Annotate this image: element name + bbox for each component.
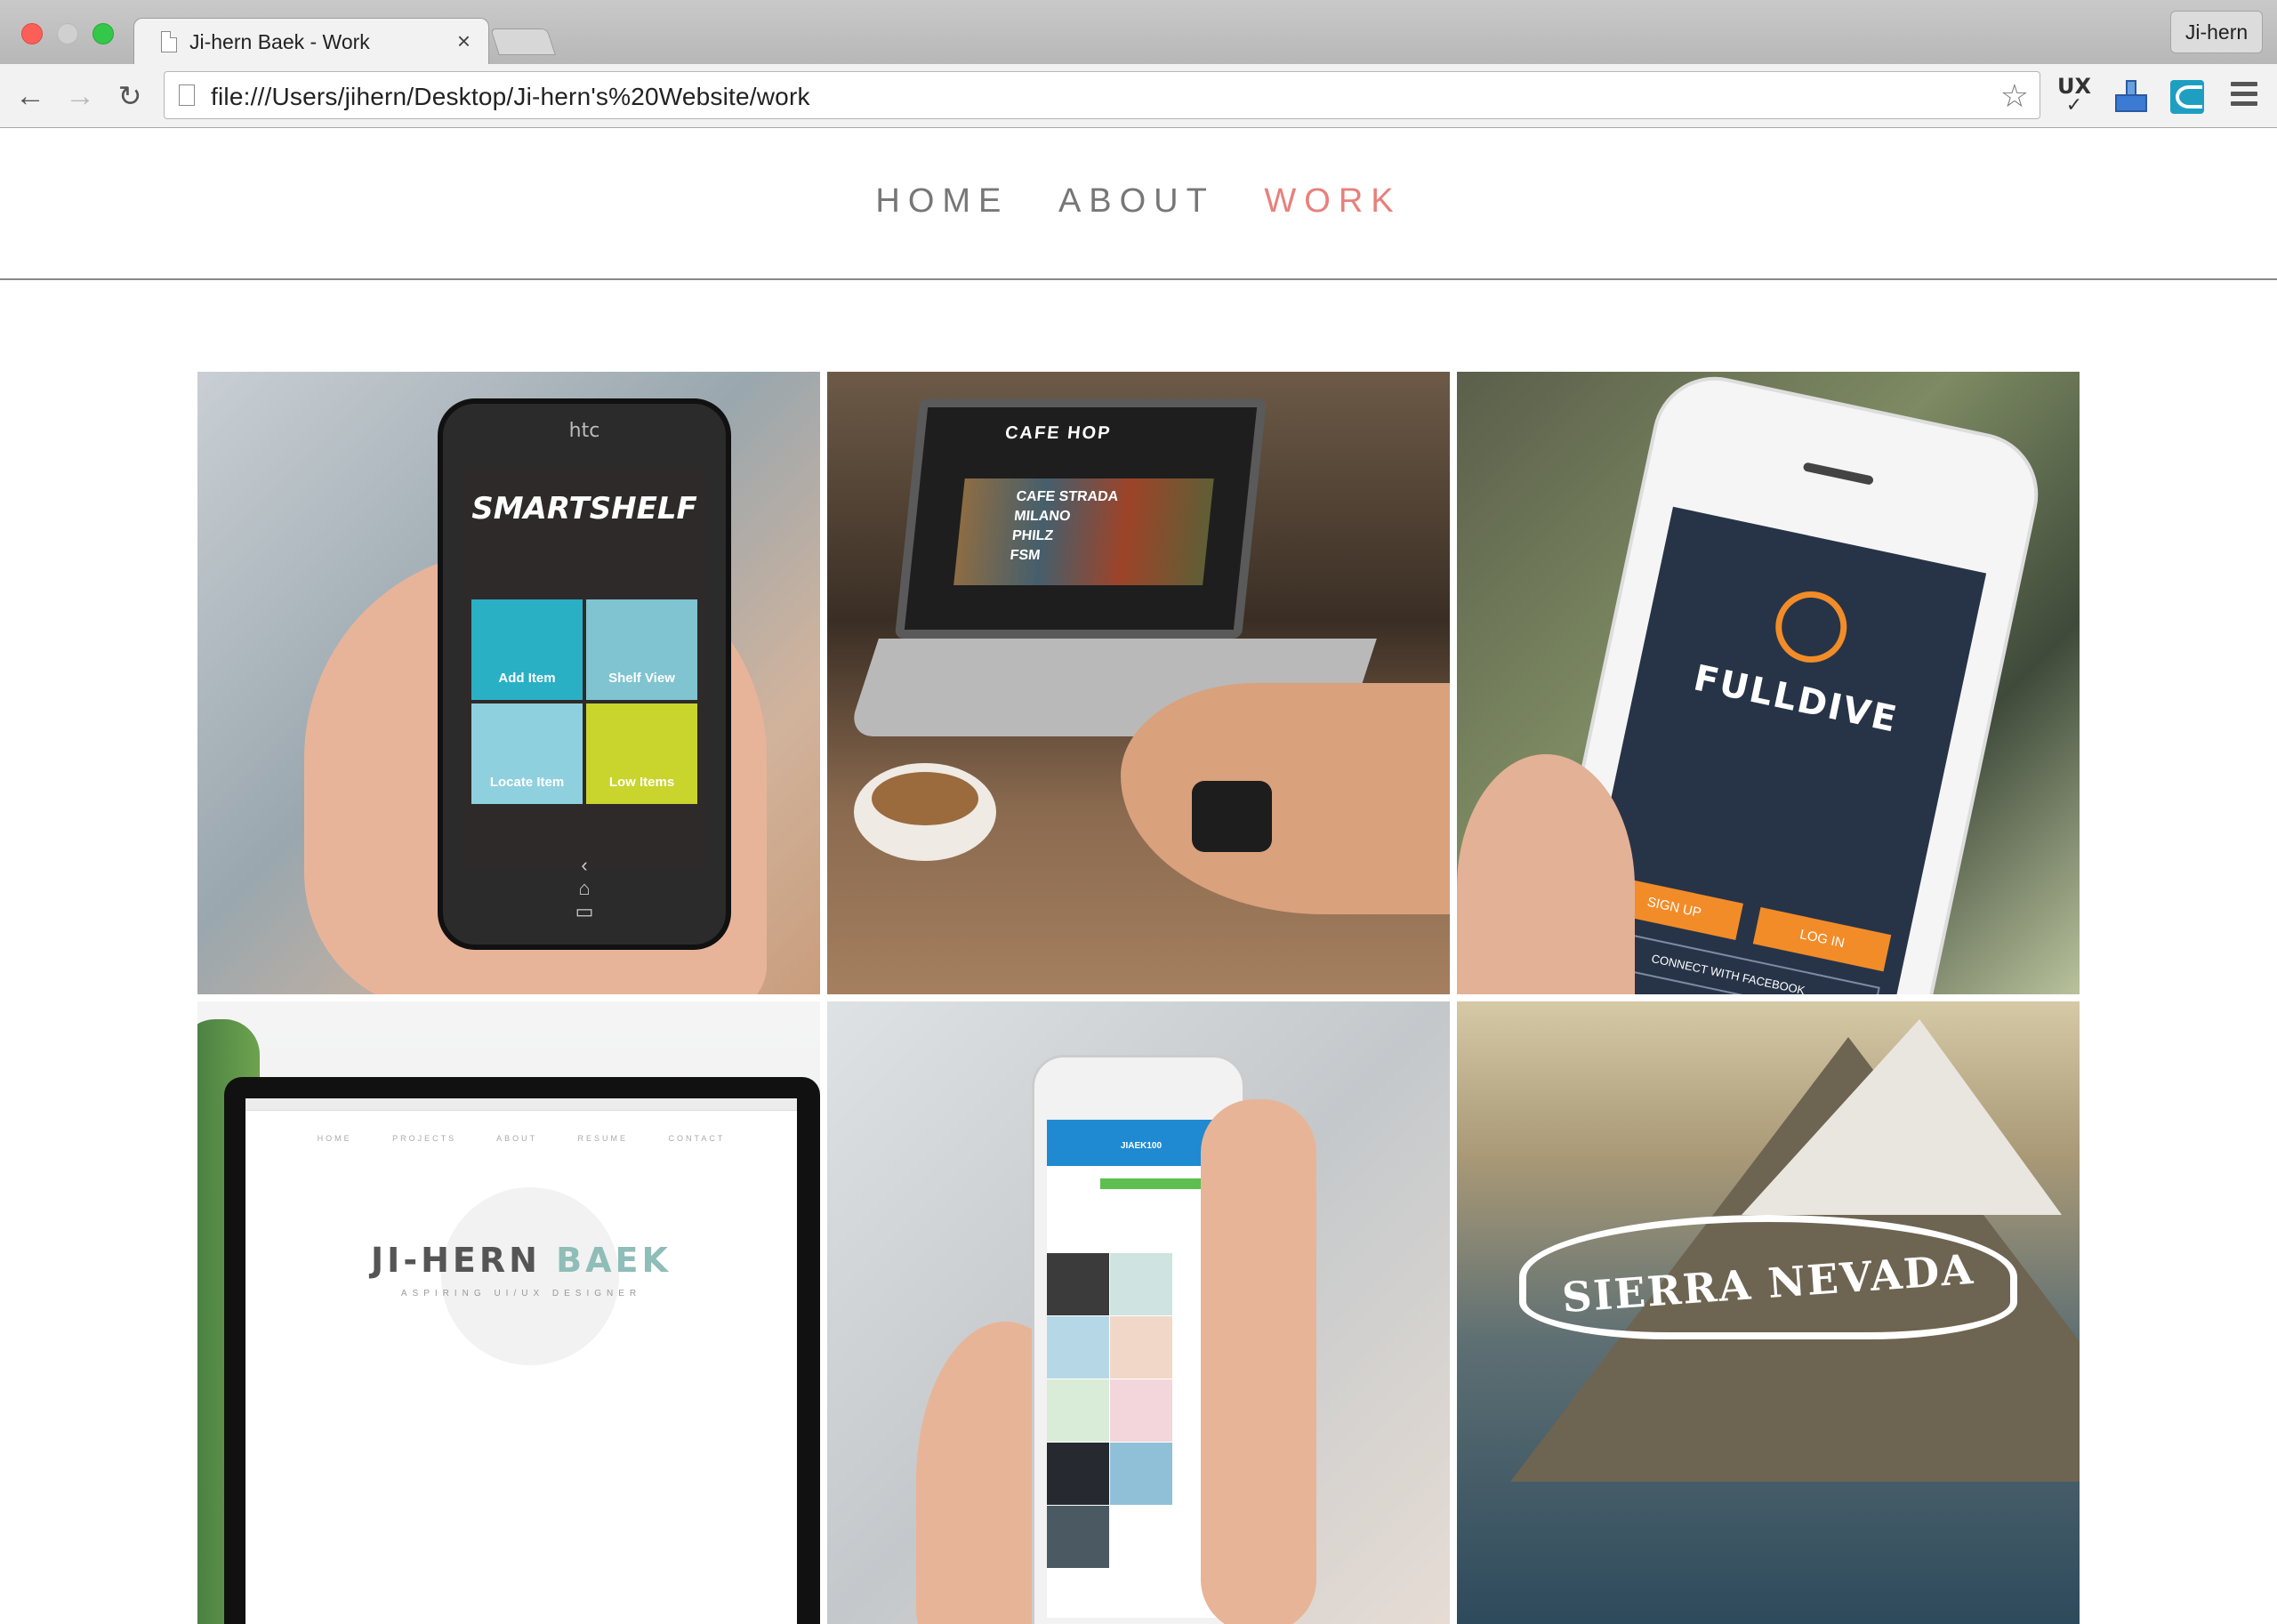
portfolio-first-name: JI-HERN — [371, 1241, 541, 1280]
monitor-image: HOME PROJECTS ABOUT RESUME CONTACT JI-HE… — [224, 1077, 820, 1624]
add-item-tile: Add Item — [471, 599, 583, 700]
browser-tab[interactable]: Ji-hern Baek - Work × — [133, 18, 489, 64]
minimize-window-button[interactable] — [57, 23, 78, 44]
locate-item-tile: Locate Item — [471, 703, 583, 804]
address-bar[interactable]: file:///Users/jihern/Desktop/Ji-hern's%2… — [164, 71, 2040, 119]
project-tile-portfolio[interactable]: HOME PROJECTS ABOUT RESUME CONTACT JI-HE… — [197, 1001, 820, 1624]
shelf-view-tile: Shelf View — [586, 599, 697, 700]
portfolio-name: JI-HERN BAEK — [245, 1241, 797, 1280]
forward-arrow-icon[interactable]: → — [60, 76, 100, 116]
zoom-window-button[interactable] — [93, 23, 114, 44]
cafe-name: MILANO — [1013, 509, 1072, 524]
photo-cell — [1047, 1379, 1109, 1442]
close-window-button[interactable] — [21, 23, 43, 44]
nav-link-about[interactable]: ABOUT — [1058, 182, 1215, 221]
bookmark-star-icon[interactable]: ☆ — [2000, 77, 2029, 115]
nav-link-work[interactable]: WORK — [1264, 182, 1401, 221]
fulldive-title: FULLDIVE — [1690, 657, 1902, 741]
close-tab-icon[interactable]: × — [457, 28, 471, 55]
photo-cell — [1110, 1316, 1172, 1379]
window-titlebar: Ji-hern Baek - Work × Ji-hern — [0, 0, 2277, 64]
phone-softkeys: ‹ ⌂ ▭ — [575, 854, 665, 922]
photo-cell — [1047, 1443, 1109, 1505]
facebook-connect-text: CONNECT WITH FACEBOOK — [1650, 951, 1806, 994]
photo-cell — [1047, 1253, 1109, 1315]
browser-toolbar: ← → ↻ file:///Users/jihern/Desktop/Ji-he… — [0, 64, 2277, 128]
phone-speaker — [1802, 462, 1874, 486]
photo-cell — [1110, 1379, 1172, 1442]
laptop-screen: CAFE HOP CAFE STRADA MILANO PHILZ FSM — [894, 398, 1267, 639]
project-tile-fulldive[interactable]: FULLDIVE SIGN UP LOG IN f CONNECT WITH F… — [1457, 372, 2080, 994]
new-tab-button[interactable] — [490, 28, 556, 55]
website-content: HOME ABOUT WORK htc SMARTSHELF Add Item … — [0, 129, 2277, 1624]
photo-cell — [1110, 1443, 1172, 1505]
finger-image — [1201, 1099, 1316, 1624]
mini-site-nav: HOME PROJECTS ABOUT RESUME CONTACT — [317, 1134, 726, 1143]
cafe-names: CAFE STRADA MILANO PHILZ FSM — [1009, 487, 1119, 566]
app-tiles: Add Item Shelf View Locate Item Low Item… — [471, 599, 697, 804]
project-tile-mobile-app[interactable]: JIAEK100 — [827, 1001, 1450, 1624]
phone-brand-text: htc — [568, 420, 600, 442]
ux-check-extension-icon[interactable]: UX ✓ — [2053, 76, 2096, 116]
portfolio-last-name: BAEK — [556, 1241, 672, 1280]
nav-link-home[interactable]: HOME — [875, 182, 1009, 221]
cafehop-title: CAFE HOP — [1003, 423, 1113, 443]
coffee-latte — [872, 772, 978, 825]
phone-screen: SMARTSHELF Add Item Shelf View Locate It… — [463, 466, 706, 866]
log-in-button-image: LOG IN — [1752, 907, 1892, 972]
project-tile-smartshelf[interactable]: htc SMARTSHELF Add Item Shelf View Locat… — [197, 372, 820, 994]
photo-cell — [1047, 1506, 1109, 1568]
nav-divider — [0, 278, 2277, 280]
wave-arc — [2176, 85, 2202, 109]
phone-image: htc SMARTSHELF Add Item Shelf View Locat… — [438, 398, 731, 950]
smartshelf-title: SMARTSHELF — [471, 491, 697, 527]
fulldive-logo-icon — [1768, 584, 1854, 670]
snow-cap — [1742, 1019, 2062, 1215]
photo-cell — [1110, 1253, 1172, 1315]
reload-icon[interactable]: ↻ — [110, 76, 149, 116]
tab-title: Ji-hern Baek - Work — [189, 30, 370, 53]
cafe-name: CAFE STRADA — [1015, 489, 1120, 504]
low-items-tile: Low Items — [586, 703, 697, 804]
arm-image — [1121, 683, 1450, 914]
page-icon — [161, 31, 177, 52]
cafe-name: PHILZ — [1011, 528, 1055, 543]
profile-button[interactable]: Ji-hern — [2170, 11, 2263, 53]
check-icon: ✓ — [2065, 94, 2083, 117]
smartwatch — [1192, 781, 1272, 852]
url-text[interactable]: file:///Users/jihern/Desktop/Ji-hern's%2… — [211, 83, 810, 111]
site-navigation: HOME ABOUT WORK — [0, 182, 2277, 221]
wave-extension-icon[interactable] — [2167, 76, 2209, 116]
back-arrow-icon[interactable]: ← — [11, 76, 50, 116]
project-tile-sierra-nevada[interactable]: SIERRA NEVADA — [1457, 1001, 2080, 1624]
portfolio-subtitle: ASPIRING UI/UX DESIGNER — [400, 1289, 642, 1298]
cafe-name: FSM — [1009, 548, 1042, 563]
mini-browser-bar — [245, 1098, 797, 1111]
monitor-screen: HOME PROJECTS ABOUT RESUME CONTACT JI-HE… — [245, 1098, 797, 1624]
project-tile-cafehop[interactable]: CAFE HOP CAFE STRADA MILANO PHILZ FSM — [827, 372, 1450, 994]
photo-cell — [1047, 1316, 1109, 1379]
page-icon — [179, 84, 195, 106]
stamp-extension-icon[interactable] — [2110, 76, 2152, 116]
hamburger-menu-icon[interactable] — [2231, 82, 2257, 109]
stamp-base — [2115, 94, 2147, 112]
